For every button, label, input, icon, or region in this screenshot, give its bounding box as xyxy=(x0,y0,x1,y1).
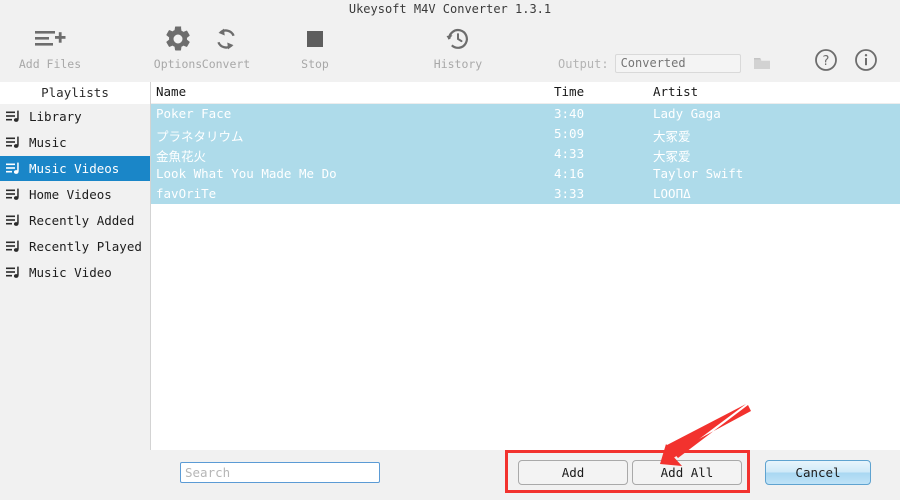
convert-button[interactable]: Convert xyxy=(178,22,274,80)
cell-time: 5:09 xyxy=(554,126,585,141)
cell-artist: 大冢爱 xyxy=(653,149,691,164)
history-label: History xyxy=(433,57,483,71)
playlist-note-icon xyxy=(6,240,22,254)
sidebar-item-recently-added[interactable]: Recently Added xyxy=(0,208,150,233)
bottom-bar: Add Add All Cancel xyxy=(0,450,900,500)
cell-name: プラネタリウム xyxy=(156,129,244,144)
cell-artist: 大冢爱 xyxy=(653,129,691,144)
add-files-button[interactable]: Add Files xyxy=(2,22,98,80)
cancel-button[interactable]: Cancel xyxy=(765,460,871,485)
window-title: Ukeysoft M4V Converter 1.3.1 xyxy=(348,2,552,16)
convert-refresh-icon xyxy=(178,22,274,56)
cell-name: Poker Face xyxy=(156,106,232,121)
playlist-note-icon xyxy=(6,266,22,280)
app-window: Ukeysoft M4V Converter 1.3.1 Add Files O… xyxy=(0,0,900,500)
add-button[interactable]: Add xyxy=(518,460,628,485)
search-input[interactable] xyxy=(180,462,380,483)
sidebar-item-label: Library xyxy=(29,109,82,124)
sidebar: Playlists Library Music Music Videos Home V… xyxy=(0,82,150,500)
sidebar-item-library[interactable]: Library xyxy=(0,104,150,129)
history-clock-icon xyxy=(410,22,506,56)
playlist-note-icon xyxy=(6,136,22,150)
sidebar-item-recently-played[interactable]: Recently Played xyxy=(0,234,150,259)
table-row[interactable]: Look What You Made Me Do 4:16 Taylor Swift xyxy=(151,164,900,184)
playlist-note-icon xyxy=(6,162,22,176)
output-path-input[interactable] xyxy=(614,54,741,73)
cell-artist: Lady Gaga xyxy=(653,106,721,121)
playlists-header: Playlists xyxy=(0,82,150,104)
cell-time: 3:33 xyxy=(554,186,585,201)
stop-square-icon xyxy=(267,22,363,56)
sidebar-item-music-video[interactable]: Music Video xyxy=(0,260,150,285)
info-button[interactable] xyxy=(854,48,878,76)
toolbar: Add Files Options Convert Stop History O… xyxy=(0,18,900,82)
folder-icon[interactable] xyxy=(753,56,771,71)
table-row[interactable]: 金魚花火 4:33 大冢爱 xyxy=(151,144,900,164)
sidebar-item-label: Music xyxy=(29,135,67,150)
sidebar-item-list: Library Music Music Videos Home Videos Recen… xyxy=(0,104,150,285)
cell-artist: LOOΠΔ xyxy=(653,186,691,201)
sidebar-item-label: Music Videos xyxy=(29,161,120,176)
list-header-row: Name Time Artist xyxy=(151,82,900,104)
cell-time: 3:40 xyxy=(554,106,585,121)
sidebar-item-label: Music Video xyxy=(29,265,112,280)
sidebar-item-label: Recently Played xyxy=(29,239,142,254)
sidebar-item-label: Home Videos xyxy=(29,187,112,202)
cell-name: 金魚花火 xyxy=(156,149,207,164)
add-all-button[interactable]: Add All xyxy=(632,460,742,485)
media-list-panel: Name Time Artist Poker Face 3:40 Lady Gaga… xyxy=(150,82,900,450)
output-group: Output: xyxy=(558,54,771,73)
sidebar-item-home-videos[interactable]: Home Videos xyxy=(0,182,150,207)
playlist-note-icon xyxy=(6,214,22,228)
svg-text:?: ? xyxy=(823,54,830,69)
media-rows: Poker Face 3:40 Lady Gaga プラネタリウム 5:09 大冢爱 金魚花… xyxy=(151,104,900,204)
stop-label: Stop xyxy=(301,57,329,71)
sidebar-item-label: Recently Added xyxy=(29,213,135,228)
output-label: Output: xyxy=(558,56,609,71)
column-header-artist[interactable]: Artist xyxy=(653,84,698,99)
table-row[interactable]: favOriTe 3:33 LOOΠΔ xyxy=(151,184,900,204)
table-row[interactable]: プラネタリウム 5:09 大冢爱 xyxy=(151,124,900,144)
stop-button[interactable]: Stop xyxy=(267,22,363,80)
table-row[interactable]: Poker Face 3:40 Lady Gaga xyxy=(151,104,900,124)
add-files-icon xyxy=(2,22,98,56)
add-files-label: Add Files xyxy=(18,57,82,71)
cell-time: 4:33 xyxy=(554,146,585,161)
sidebar-item-music-videos[interactable]: Music Videos xyxy=(0,156,150,181)
playlist-note-icon xyxy=(6,188,22,202)
column-header-name[interactable]: Name xyxy=(156,84,186,99)
sidebar-item-music[interactable]: Music xyxy=(0,130,150,155)
cell-name: favOriTe xyxy=(156,186,217,201)
column-header-time[interactable]: Time xyxy=(554,84,584,99)
cell-artist: Taylor Swift xyxy=(653,166,744,181)
playlist-note-icon xyxy=(6,110,22,124)
convert-label: Convert xyxy=(201,57,251,71)
cell-name: Look What You Made Me Do xyxy=(156,166,337,181)
help-button[interactable]: ? xyxy=(814,48,838,76)
history-button[interactable]: History xyxy=(410,22,506,80)
cell-time: 4:16 xyxy=(554,166,585,181)
